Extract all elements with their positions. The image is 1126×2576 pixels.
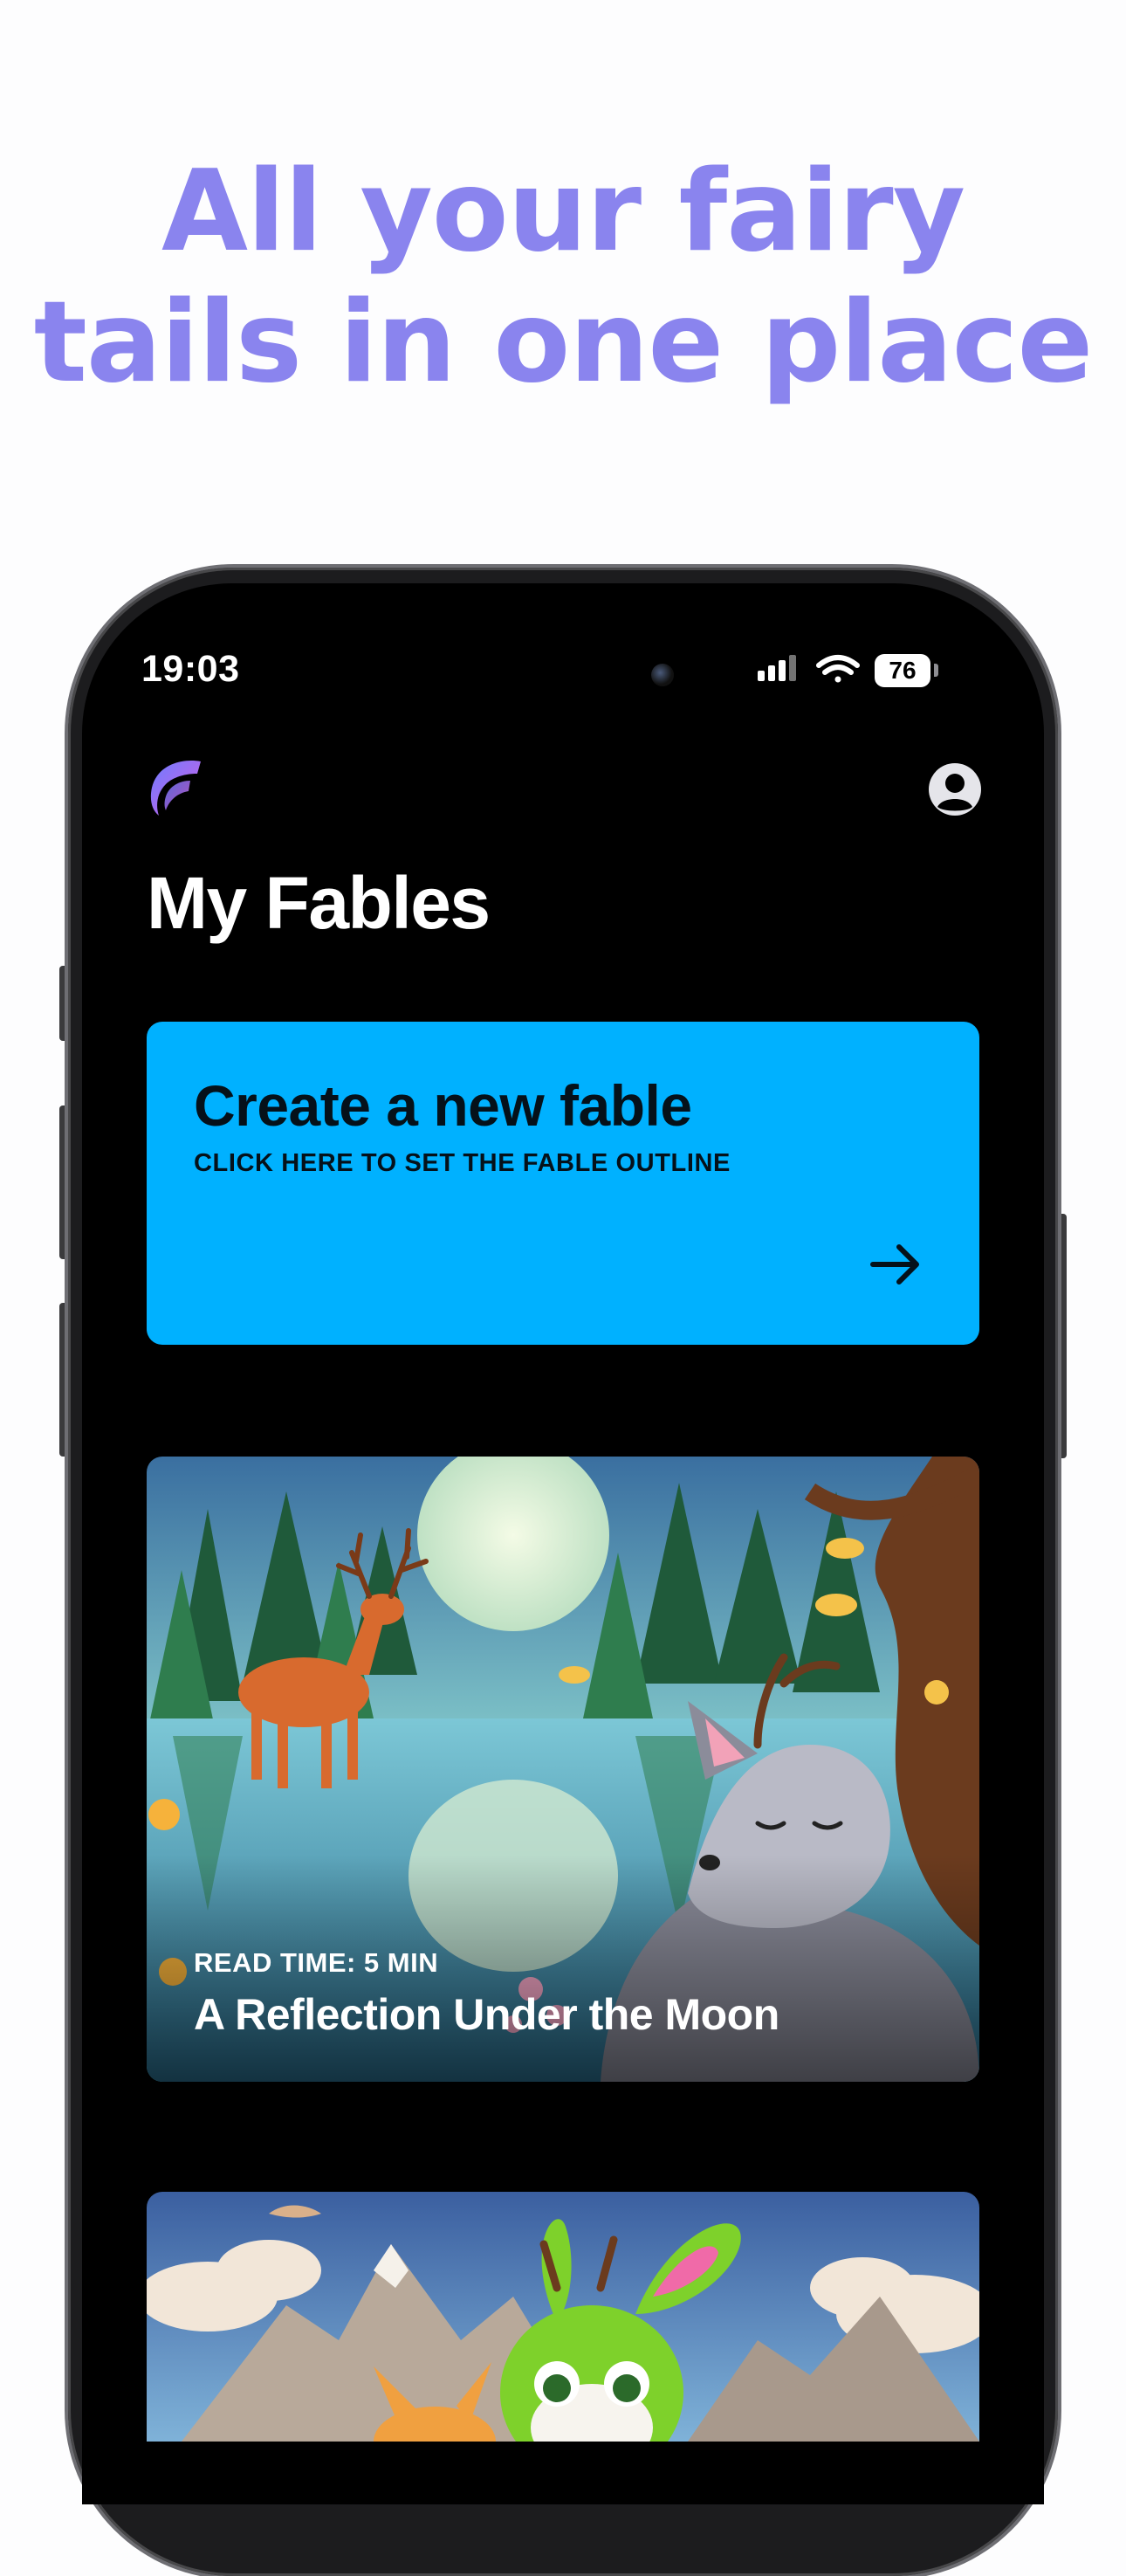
headline-line-1: All your fairy: [161, 147, 965, 277]
story-card[interactable]: [147, 2192, 979, 2442]
battery-icon: 76: [875, 654, 930, 687]
story-read-time: READ TIME: 5 MIN: [194, 1947, 439, 1978]
create-fable-title: Create a new fable: [194, 1073, 692, 1138]
battery-tip: [934, 664, 938, 677]
status-time: 19:03: [141, 648, 240, 690]
headline-line-2: tails in one place: [33, 278, 1094, 408]
create-fable-subtitle: CLICK HERE TO SET THE FABLE OUTLINE: [194, 1149, 731, 1177]
arrow-right-icon[interactable]: [868, 1236, 923, 1292]
story-card[interactable]: READ TIME: 5 MIN A Reflection Under the …: [147, 1457, 979, 2082]
fables-logo-icon[interactable]: [147, 756, 203, 817]
create-fable-card[interactable]: Create a new fable CLICK HERE TO SET THE…: [147, 1022, 979, 1345]
story-cover-image: [147, 2192, 979, 2442]
marketing-headline: All your fairy tails in one place: [0, 147, 1126, 409]
profile-icon[interactable]: [927, 761, 983, 817]
page-title: My Fables: [147, 862, 491, 944]
wifi-icon: [816, 655, 860, 683]
front-camera: [651, 664, 674, 686]
signal-icon: [758, 655, 796, 681]
story-title: A Reflection Under the Moon: [194, 1990, 779, 2039]
status-icons: [758, 655, 860, 683]
